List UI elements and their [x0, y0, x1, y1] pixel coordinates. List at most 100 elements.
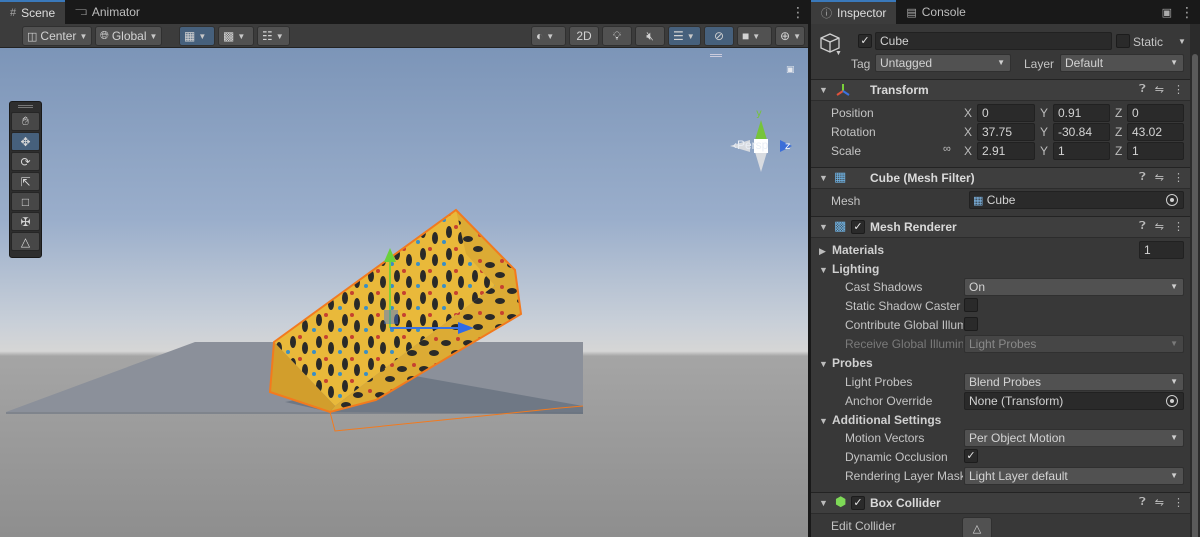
- component-menu-icon[interactable]: ⋮: [1173, 171, 1184, 184]
- component-menu-icon[interactable]: ⋮: [1173, 220, 1184, 233]
- mesh-filter-title: Cube (Mesh Filter): [870, 171, 975, 185]
- foldout-closed-icon[interactable]: ▶: [819, 246, 826, 257]
- foldout-arrow-icon[interactable]: ▼: [819, 359, 828, 369]
- tag-dropdown[interactable]: Untagged ▼: [875, 54, 1011, 72]
- contribute-gi-checkbox[interactable]: [964, 317, 978, 331]
- tab-console[interactable]: ▤ Console: [896, 0, 975, 24]
- presets-icon[interactable]: ⇋: [1155, 171, 1164, 184]
- toggle-2d-label: 2D: [576, 29, 592, 43]
- lock-icon[interactable]: ▣: [786, 64, 795, 75]
- axis-x-label: X: [964, 144, 973, 158]
- box-collider-enabled-checkbox[interactable]: ✓: [851, 496, 865, 510]
- position-y-input[interactable]: 0.91: [1053, 104, 1110, 122]
- gizmos-dropdown[interactable]: ⊕ ▼: [775, 26, 805, 46]
- anchor-override-field[interactable]: None (Transform): [964, 392, 1184, 410]
- object-picker-icon[interactable]: [1166, 194, 1178, 206]
- mesh-label: Mesh: [831, 194, 861, 208]
- lock-icon[interactable]: ▣: [1162, 6, 1172, 19]
- motion-vectors-dropdown[interactable]: Per Object Motion ▼: [964, 429, 1184, 447]
- transform-header[interactable]: ▼ Transform ❓︎ ⇋ ⋮: [811, 79, 1190, 101]
- inspector-panel: ⓘ Inspector ▤ Console ▣ ⋮ ▼ ✓ Cube Stati…: [811, 0, 1200, 537]
- chevron-down-icon[interactable]: ▼: [835, 50, 842, 57]
- component-menu-icon[interactable]: ⋮: [1173, 496, 1184, 509]
- mesh-filter-header[interactable]: ▼ ▦ Cube (Mesh Filter) ❓︎ ⇋ ⋮: [811, 167, 1190, 189]
- tab-scene[interactable]: # Scene: [0, 0, 66, 24]
- rect-tool-button[interactable]: □: [11, 192, 40, 211]
- layer-dropdown[interactable]: Default ▼: [1060, 54, 1184, 72]
- pivot-mode-dropdown[interactable]: ◫ Center ▼: [22, 26, 92, 46]
- box-collider-header[interactable]: ▼ ⬢ ✓ Box Collider ❓︎ ⇋ ⋮: [811, 492, 1190, 514]
- edit-collider-button[interactable]: △: [962, 517, 992, 537]
- presets-icon[interactable]: ⇋: [1155, 83, 1164, 96]
- rotation-x-input[interactable]: 37.75: [977, 123, 1035, 141]
- rotation-z-input[interactable]: 43.02: [1127, 123, 1184, 141]
- chevron-down-icon[interactable]: ▼: [1178, 37, 1186, 46]
- edit-collider-label: Edit Collider: [831, 519, 896, 533]
- tab-inspector[interactable]: ⓘ Inspector: [811, 0, 897, 24]
- lighting-toggle[interactable]: 💡︎: [602, 26, 632, 46]
- toggle-2d-button[interactable]: 2D: [569, 26, 599, 46]
- animator-icon: ⫎: [75, 5, 87, 18]
- foldout-arrow-icon[interactable]: ▼: [819, 416, 828, 426]
- mesh-object-field[interactable]: ▦ Cube: [969, 191, 1184, 209]
- position-x-input[interactable]: 0: [977, 104, 1035, 122]
- scene-visibility-toggle[interactable]: ⊘: [704, 26, 734, 46]
- inspector-scrollbar[interactable]: [1190, 24, 1200, 537]
- help-icon[interactable]: ❓︎: [1139, 83, 1146, 96]
- additional-settings-label[interactable]: Additional Settings: [832, 413, 941, 427]
- drag-grip-icon[interactable]: [18, 105, 33, 108]
- static-checkbox[interactable]: [1116, 34, 1130, 48]
- scale-y-input[interactable]: 1: [1053, 142, 1110, 160]
- light-probes-dropdown[interactable]: Blend Probes ▼: [964, 373, 1184, 391]
- custom-tool-button[interactable]: △: [11, 232, 40, 251]
- axis-z-label: Z: [1115, 125, 1123, 139]
- transform-tool-button[interactable]: ✠: [11, 212, 40, 231]
- tab-animator[interactable]: ⫎ Animator: [65, 0, 150, 24]
- scene-viewport[interactable]: ✋︎ ✥ ⟳ ⇱ □ ✠ △ y z ▣ ‹Persp: [0, 48, 808, 537]
- inspector-menu-icon[interactable]: ⋮: [1180, 4, 1194, 21]
- materials-label[interactable]: Materials: [832, 243, 884, 257]
- foldout-arrow-icon[interactable]: ▼: [819, 265, 828, 275]
- materials-size-input[interactable]: 1: [1139, 241, 1184, 259]
- contribute-gi-label: Contribute Global Illumination: [845, 318, 963, 332]
- probes-label[interactable]: Probes: [832, 356, 873, 370]
- rendering-layer-mask-dropdown[interactable]: Light Layer default ▼: [964, 467, 1184, 485]
- object-name-input[interactable]: Cube: [875, 32, 1112, 50]
- presets-icon[interactable]: ⇋: [1155, 496, 1164, 509]
- scale-tool-button[interactable]: ⇱: [11, 172, 40, 191]
- move-tool-button[interactable]: ✥: [11, 132, 40, 151]
- viewport-menu-icon[interactable]: [710, 54, 722, 57]
- axis-y-label: Y: [1040, 144, 1049, 158]
- help-icon[interactable]: ❓︎: [1139, 496, 1146, 509]
- position-z-input[interactable]: 0: [1127, 104, 1184, 122]
- vertex-snap-toggle[interactable]: ☷ ▼: [257, 26, 290, 46]
- scene-camera-dropdown[interactable]: ■ ▼: [737, 26, 772, 46]
- help-icon[interactable]: ❓︎: [1139, 220, 1146, 233]
- rotation-y-input[interactable]: -30.84: [1053, 123, 1110, 141]
- pivot-rotation-dropdown[interactable]: 🌐︎ Global ▼: [95, 26, 162, 46]
- increment-snap-toggle[interactable]: ▩ ▼: [218, 26, 254, 46]
- lighting-label[interactable]: Lighting: [832, 262, 879, 276]
- mesh-renderer-header[interactable]: ▼ ▩ ✓ Mesh Renderer ❓︎ ⇋ ⋮: [811, 216, 1190, 238]
- constrain-proportions-icon[interactable]: ∞: [943, 143, 951, 155]
- hand-tool-button[interactable]: ✋︎: [11, 112, 40, 131]
- rotate-tool-button[interactable]: ⟳: [11, 152, 40, 171]
- cast-shadows-value: On: [969, 280, 986, 294]
- projection-label[interactable]: ‹Persp: [733, 138, 768, 152]
- draw-mode-dropdown[interactable]: ◐ ▼: [531, 26, 566, 46]
- component-menu-icon[interactable]: ⋮: [1173, 83, 1184, 96]
- help-icon[interactable]: ❓︎: [1139, 171, 1146, 184]
- cast-shadows-dropdown[interactable]: On ▼: [964, 278, 1184, 296]
- object-active-checkbox[interactable]: ✓: [858, 34, 872, 48]
- effects-dropdown[interactable]: ☰ ▼: [668, 26, 701, 46]
- presets-icon[interactable]: ⇋: [1155, 220, 1164, 233]
- scale-x-input[interactable]: 2.91: [977, 142, 1035, 160]
- scale-z-input[interactable]: 1: [1127, 142, 1184, 160]
- dynamic-occlusion-checkbox[interactable]: ✓: [964, 449, 978, 463]
- audio-toggle[interactable]: 🔇︎: [635, 26, 665, 46]
- mesh-renderer-enabled-checkbox[interactable]: ✓: [851, 220, 865, 234]
- static-shadow-caster-checkbox[interactable]: [964, 298, 978, 312]
- object-picker-icon[interactable]: [1166, 395, 1178, 407]
- grid-snapping-toggle[interactable]: ▦ ▼: [179, 26, 215, 46]
- scene-menu-icon[interactable]: ⋮: [788, 0, 808, 24]
